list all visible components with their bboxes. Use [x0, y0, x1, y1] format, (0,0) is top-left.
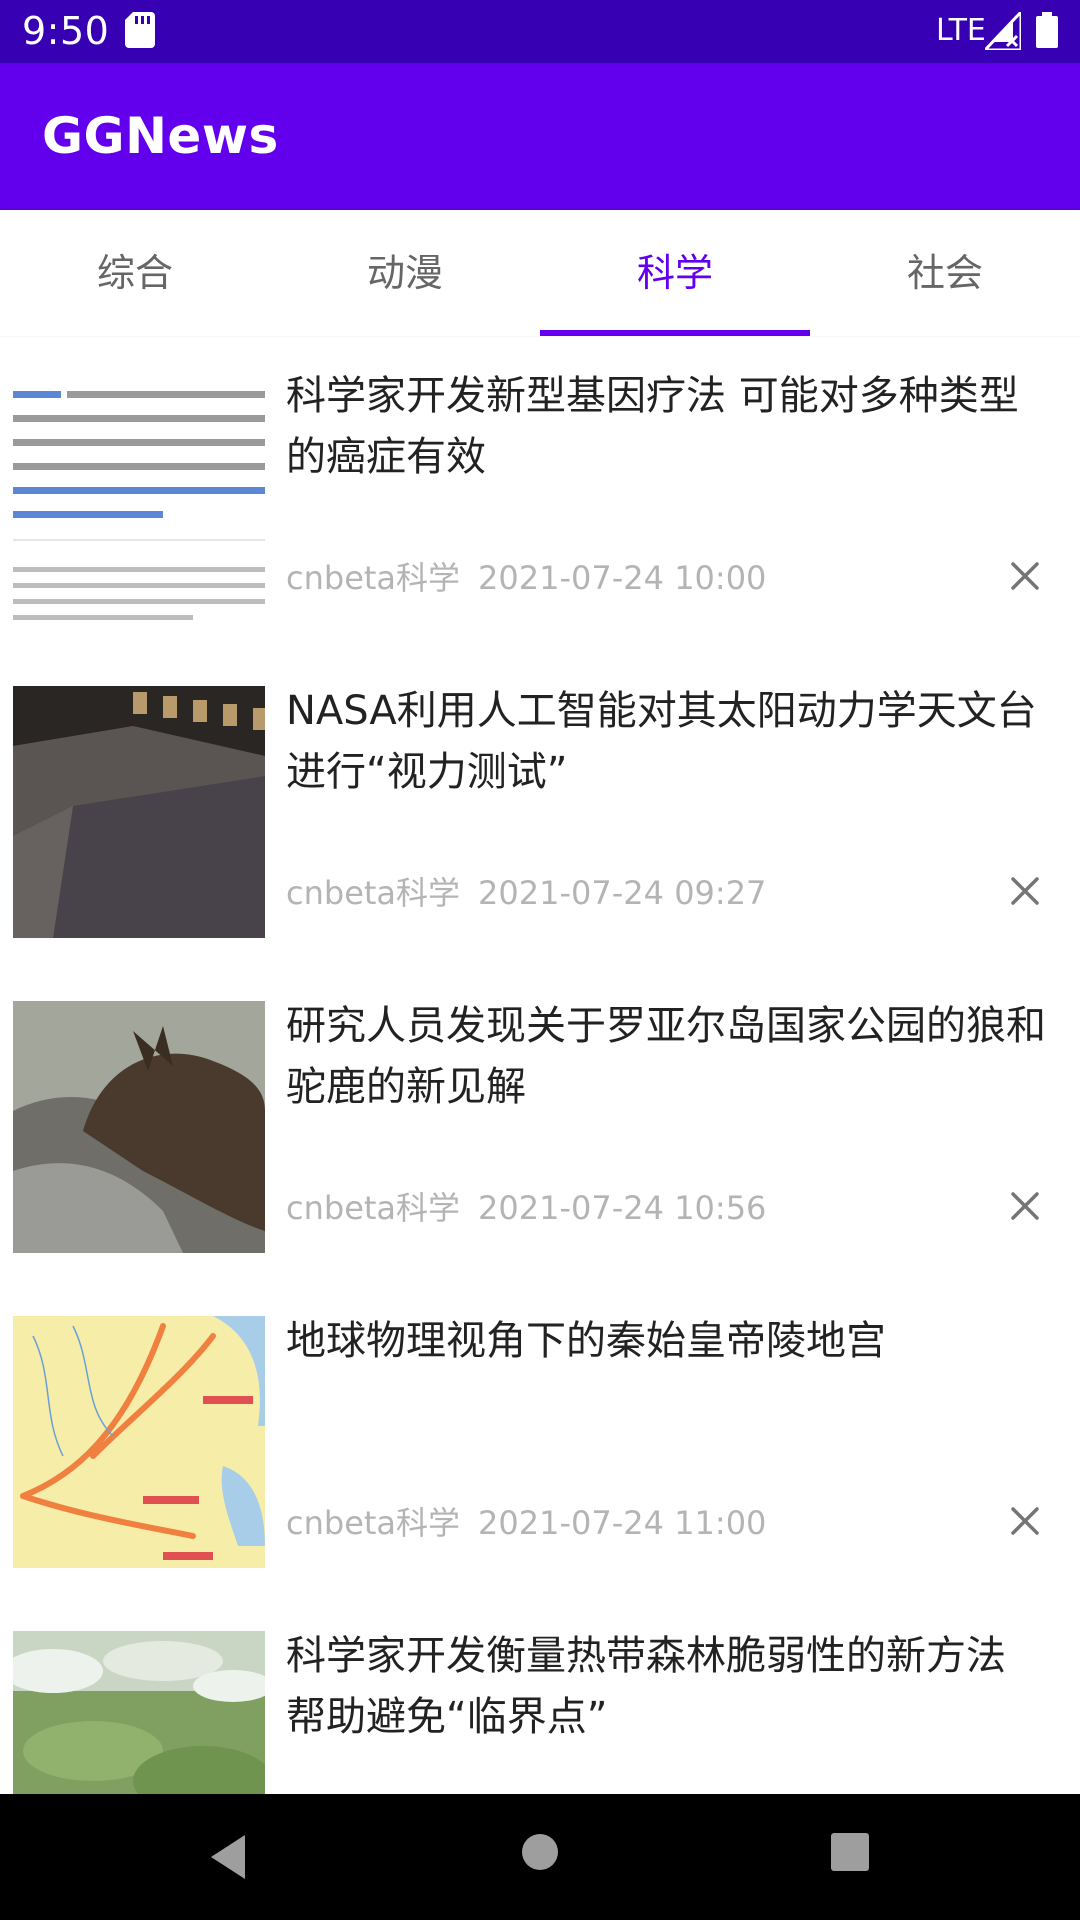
news-thumbnail: [13, 1001, 265, 1253]
dismiss-button[interactable]: [1005, 1186, 1045, 1226]
dismiss-button[interactable]: [1005, 556, 1045, 596]
news-item[interactable]: NASA利用人工智能对其太阳动力学天文台进行“视力测试” cnbeta科学 202…: [0, 651, 1080, 966]
news-thumbnail: [13, 371, 265, 623]
signal-icon: [985, 12, 1021, 50]
close-icon: [1011, 877, 1039, 905]
tab-bar: 综合 动漫 科学 社会: [0, 210, 1080, 336]
news-thumbnail: [13, 1316, 265, 1568]
news-item[interactable]: 科学家开发新型基因疗法 可能对多种类型的癌症有效 cnbeta科学 2021-07…: [0, 336, 1080, 651]
app-title: GGNews: [42, 107, 279, 165]
news-thumbnail: [13, 1631, 265, 1794]
tab-science[interactable]: 科学: [540, 210, 810, 336]
home-icon[interactable]: [520, 1832, 560, 1872]
news-meta: cnbeta科学 2021-07-24 10:56: [286, 1188, 766, 1228]
news-source: cnbeta科学: [286, 559, 461, 597]
news-time: 2021-07-24 10:00: [478, 559, 767, 597]
sd-card-icon: [125, 12, 155, 48]
news-item[interactable]: 研究人员发现关于罗亚尔岛国家公园的狼和驼鹿的新见解 cnbeta科学 2021-0…: [0, 966, 1080, 1281]
news-thumbnail: [13, 686, 265, 938]
status-bar: 9:50 LTE: [0, 0, 1080, 63]
news-source: cnbeta科学: [286, 1189, 461, 1227]
screen: 9:50 LTE GGNews 综合 动漫 科学 社会 科学家开发新型基因疗法 …: [0, 0, 1080, 1920]
close-icon: [1011, 562, 1039, 590]
news-source: cnbeta科学: [286, 874, 461, 912]
news-title: 科学家开发衡量热带森林脆弱性的新方法 帮助避免“临界点”: [286, 1633, 1006, 1740]
battery-icon: [1036, 12, 1058, 48]
recents-icon[interactable]: [830, 1832, 870, 1872]
news-title: NASA利用人工智能对其太阳动力学天文台进行“视力测试”: [286, 688, 1037, 795]
news-time: 2021-07-24 11:00: [478, 1504, 767, 1542]
news-meta: cnbeta科学 2021-07-24 10:00: [286, 558, 766, 598]
news-item[interactable]: 科学家开发衡量热带森林脆弱性的新方法 帮助避免“临界点”: [0, 1596, 1080, 1794]
close-icon: [1011, 1507, 1039, 1535]
close-icon: [1011, 1192, 1039, 1220]
news-item[interactable]: 地球物理视角下的秦始皇帝陵地宫 cnbeta科学 2021-07-24 11:00: [0, 1281, 1080, 1596]
tab-anime[interactable]: 动漫: [270, 210, 540, 336]
news-title: 地球物理视角下的秦始皇帝陵地宫: [286, 1318, 886, 1364]
news-meta: cnbeta科学 2021-07-24 09:27: [286, 873, 766, 913]
app-bar: GGNews: [0, 63, 1080, 210]
news-list[interactable]: 科学家开发新型基因疗法 可能对多种类型的癌症有效 cnbeta科学 2021-07…: [0, 336, 1080, 1794]
news-time: 2021-07-24 10:56: [478, 1189, 767, 1227]
news-title: 研究人员发现关于罗亚尔岛国家公园的狼和驼鹿的新见解: [286, 1003, 1046, 1110]
news-meta: cnbeta科学 2021-07-24 11:00: [286, 1503, 766, 1543]
dismiss-button[interactable]: [1005, 1501, 1045, 1541]
tab-society[interactable]: 社会: [810, 210, 1080, 336]
navigation-bar: [0, 1794, 1080, 1920]
news-source: cnbeta科学: [286, 1504, 461, 1542]
dismiss-button[interactable]: [1005, 871, 1045, 911]
news-time: 2021-07-24 09:27: [478, 874, 767, 912]
news-title: 科学家开发新型基因疗法 可能对多种类型的癌症有效: [286, 373, 1019, 480]
tab-general[interactable]: 综合: [0, 210, 270, 336]
network-type: LTE: [936, 13, 986, 48]
status-time: 9:50: [22, 9, 110, 53]
back-icon[interactable]: [205, 1831, 255, 1883]
